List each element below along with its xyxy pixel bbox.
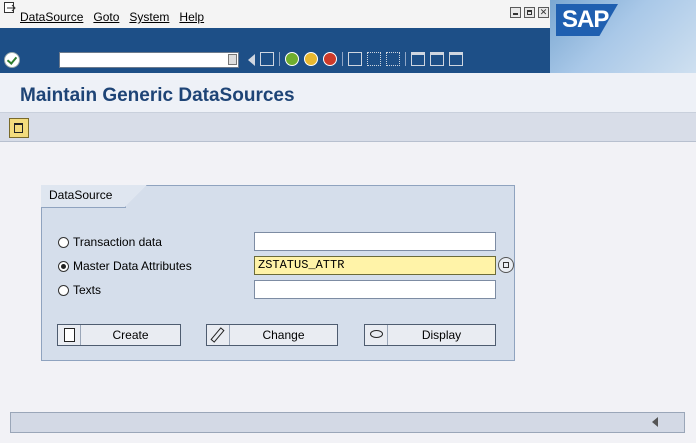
toolbar-icons (248, 52, 463, 66)
exit-icon[interactable] (304, 52, 318, 66)
master-data-attributes-field[interactable]: ZSTATUS_ATTR (254, 256, 496, 275)
status-expand-icon[interactable] (652, 417, 658, 427)
display-label: Display (421, 328, 462, 342)
close-icon[interactable]: ✕ (538, 7, 549, 18)
back-arrow-icon[interactable] (248, 53, 255, 66)
menu-items: DataSource Goto System Help (20, 10, 204, 24)
change-label: Change (262, 328, 305, 342)
display-button[interactable]: Display (364, 324, 496, 346)
glasses-icon (365, 325, 388, 345)
menu-item-goto[interactable]: Goto (93, 10, 119, 24)
save-icon[interactable] (260, 52, 274, 66)
change-button[interactable]: Change (206, 324, 338, 346)
group-tab-slant (125, 185, 147, 207)
radio-transaction-data[interactable] (58, 236, 69, 248)
option-label: Texts (73, 283, 102, 297)
toolbar-separator (279, 52, 280, 66)
menu-arrow-icon[interactable] (4, 2, 17, 13)
create-button[interactable]: Create (57, 324, 181, 346)
first-page-icon[interactable] (411, 52, 425, 66)
group-label: DataSource (49, 188, 113, 202)
pencil-icon (207, 325, 230, 345)
transaction-data-field[interactable] (254, 232, 496, 251)
option-master-data-attributes[interactable]: Master Data Attributes (58, 259, 192, 273)
next-page-icon[interactable] (449, 52, 463, 66)
print-icon[interactable] (348, 52, 362, 66)
menu-item-datasource[interactable]: DataSource (20, 10, 83, 24)
menu-item-help[interactable]: Help (179, 10, 204, 24)
toolbar-separator (342, 52, 343, 66)
radio-master-data-attributes[interactable] (58, 260, 69, 272)
status-bar (10, 412, 685, 433)
value-help-icon[interactable] (498, 257, 514, 273)
delete-trash-icon[interactable] (9, 118, 29, 138)
toolbar-separator (405, 52, 406, 66)
command-field[interactable] (59, 52, 239, 68)
menu-item-system[interactable]: System (129, 10, 169, 24)
cancel-icon[interactable] (323, 52, 337, 66)
radio-texts[interactable] (58, 284, 69, 296)
create-icon (58, 325, 81, 345)
application-toolbar (0, 113, 696, 142)
back-icon[interactable] (285, 52, 299, 66)
option-label: Transaction data (73, 235, 162, 249)
maximize-icon[interactable] (524, 7, 535, 18)
create-label: Create (112, 328, 149, 342)
option-label: Master Data Attributes (73, 259, 192, 273)
window-controls: ✕ (510, 7, 549, 18)
command-field-dropdown-icon[interactable] (228, 54, 237, 65)
texts-field[interactable] (254, 280, 496, 299)
option-texts[interactable]: Texts (58, 283, 101, 297)
enter-checkmark-icon[interactable] (4, 52, 20, 68)
find-icon[interactable] (367, 52, 381, 66)
page-title: Maintain Generic DataSources (20, 85, 295, 106)
previous-page-icon[interactable] (430, 52, 444, 66)
minimize-icon[interactable] (510, 7, 521, 18)
find-next-icon[interactable] (386, 52, 400, 66)
option-transaction-data[interactable]: Transaction data (58, 235, 162, 249)
